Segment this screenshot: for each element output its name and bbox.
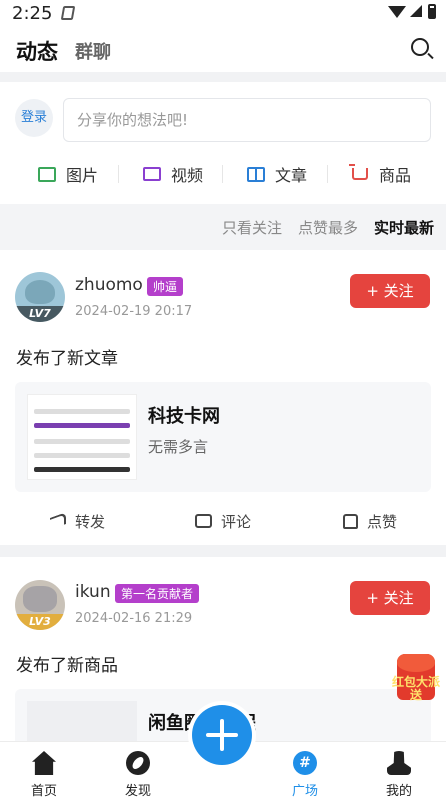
comment-button[interactable]: 评论 [195, 501, 251, 541]
media-options: 图片 视频 文章 商品 [0, 155, 446, 193]
cart-icon [349, 164, 368, 180]
login-button[interactable]: 登录 [15, 99, 53, 137]
action-label: 评论 [221, 512, 252, 531]
media-article-button[interactable]: 文章 [247, 155, 307, 193]
sim-card-icon [60, 6, 76, 20]
card-title: 科技卡网 [148, 406, 220, 427]
tab-dynamics[interactable]: 动态 [16, 36, 58, 66]
tab-group-chat[interactable]: 群聊 [75, 38, 111, 64]
post-time: 2024-02-16 21:29 [75, 611, 193, 626]
sort-bar: 只看关注 点赞最多 实时最新 [0, 204, 446, 250]
tab-label: 首页 [30, 784, 57, 797]
action-label: 转发 [75, 512, 106, 531]
red-envelope-promo[interactable]: 红包大派送 [392, 652, 441, 704]
card-description: 无需多言 [148, 438, 209, 456]
image-icon [38, 166, 56, 182]
avatar[interactable]: LV3 [15, 580, 65, 630]
status-bar: 2:25 [0, 0, 446, 28]
header: 动态 群聊 [0, 28, 446, 72]
signal-icon [410, 5, 422, 17]
user-title-badge: 第一名贡献者 [115, 584, 200, 603]
post-actions: 转发 评论 点赞 [0, 501, 446, 541]
tab-label: 广场 [291, 784, 318, 797]
level-badge: LV3 [15, 614, 65, 630]
thumb-line [34, 439, 130, 444]
thumb-line [34, 453, 130, 458]
video-icon [143, 167, 161, 181]
media-label: 视频 [171, 166, 204, 185]
media-product-button[interactable]: 商品 [349, 155, 412, 193]
media-image-button[interactable]: 图片 [38, 155, 98, 193]
post-composer: 登录 图片 视频 文章 商品 [0, 82, 446, 204]
status-time: 2:25 [12, 3, 53, 24]
post-input[interactable] [63, 98, 431, 142]
post-card: LV7 zhuomo 帅逼 2024-02-19 20:17 + 关注 发布了新… [0, 250, 446, 545]
tab-home[interactable]: 首页 [14, 742, 74, 797]
article-card[interactable]: 科技卡网 无需多言 [15, 382, 431, 492]
comment-icon [195, 514, 212, 528]
media-label: 文章 [275, 166, 308, 185]
thumbs-up-icon [343, 513, 358, 529]
tab-label: 我的 [385, 784, 412, 797]
article-thumbnail [27, 394, 137, 480]
sort-following[interactable]: 只看关注 [222, 217, 282, 238]
media-video-button[interactable]: 视频 [143, 155, 203, 193]
hash-icon: # [293, 751, 317, 775]
avatar-image [25, 280, 55, 304]
tab-label: 发现 [124, 784, 151, 797]
tab-square[interactable]: # 广场 [275, 742, 335, 797]
avatar[interactable]: LV7 [15, 272, 65, 322]
username[interactable]: zhuomo [75, 275, 143, 295]
user-icon [387, 751, 411, 775]
sort-latest[interactable]: 实时最新 [374, 217, 434, 238]
follow-button[interactable]: + 关注 [350, 581, 430, 615]
red-envelope-flap [397, 654, 435, 672]
media-label: 商品 [379, 166, 412, 185]
username[interactable]: ikun [75, 582, 111, 602]
search-icon[interactable] [411, 38, 429, 56]
like-button[interactable]: 点赞 [343, 501, 397, 541]
divider [0, 72, 446, 82]
share-button[interactable]: 转发 [50, 501, 105, 541]
promo-label: 红包大派送 [392, 675, 441, 702]
thumb-line [34, 409, 130, 414]
follow-button[interactable]: + 关注 [350, 274, 430, 308]
divider [0, 545, 446, 557]
wifi-icon [388, 6, 406, 18]
divider [327, 165, 328, 183]
thumb-line [34, 467, 130, 472]
divider [118, 165, 119, 183]
user-title-badge: 帅逼 [147, 277, 184, 296]
tab-profile[interactable]: 我的 [369, 742, 429, 797]
post-text: 发布了新文章 [16, 349, 118, 369]
home-icon [32, 751, 56, 775]
thumb-line [34, 423, 130, 428]
tab-discover[interactable]: 发现 [108, 742, 168, 797]
share-icon [50, 512, 66, 530]
media-label: 图片 [66, 166, 99, 185]
action-label: 点赞 [367, 512, 398, 531]
book-icon [247, 166, 265, 182]
divider [222, 165, 223, 183]
product-thumbnail [27, 701, 137, 741]
avatar-image [23, 586, 57, 612]
level-badge: LV7 [15, 306, 65, 322]
sort-most-liked[interactable]: 点赞最多 [298, 217, 358, 238]
battery-icon [428, 4, 436, 19]
create-post-button[interactable] [192, 705, 252, 765]
compass-icon [126, 751, 150, 775]
post-text: 发布了新商品 [16, 656, 118, 676]
post-time: 2024-02-19 20:17 [75, 304, 193, 319]
